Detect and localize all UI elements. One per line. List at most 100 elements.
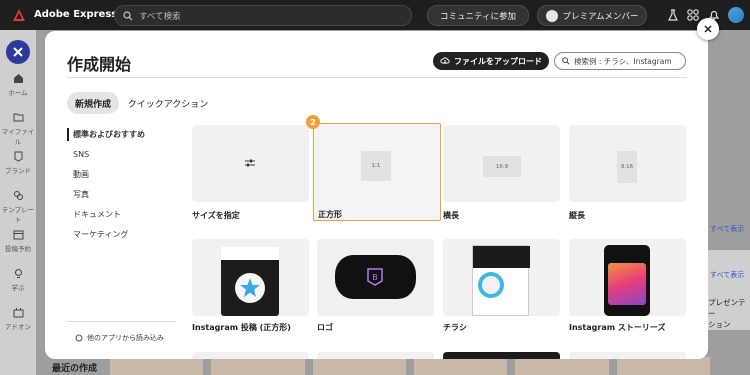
modal-search-placeholder: 検索例 : チラシ、Instagram bbox=[574, 56, 672, 66]
tab-new-label: 新規作成 bbox=[74, 99, 111, 110]
search-icon bbox=[562, 57, 570, 65]
rail-label-learn: 学ぶ bbox=[11, 284, 25, 292]
upload-file-button[interactable]: ファイルをアップロード bbox=[433, 52, 549, 70]
bulb-icon bbox=[14, 269, 22, 278]
card-label-portrait: 縦長 bbox=[569, 211, 585, 220]
card-custom-size[interactable] bbox=[192, 125, 309, 202]
card-instagram-post[interactable] bbox=[192, 239, 309, 316]
svg-text:B: B bbox=[372, 273, 378, 282]
close-icon bbox=[13, 47, 23, 57]
flyer-thumbnail bbox=[472, 245, 530, 316]
card-landscape[interactable]: 16:9 bbox=[443, 125, 560, 202]
recent-heading: 最近の作成 bbox=[52, 364, 98, 374]
ratio-square: 1:1 bbox=[361, 151, 391, 181]
cloud-upload-icon bbox=[440, 57, 450, 64]
create-modal: 作成開始 ファイルをアップロード 検索例 : チラシ、Instagram 新規作… bbox=[45, 31, 708, 359]
search-icon bbox=[123, 10, 133, 20]
rail-label-schedule: 投稿予約 bbox=[5, 245, 31, 253]
card-row3-3[interactable] bbox=[443, 352, 560, 359]
card-label-logo: ロゴ bbox=[317, 323, 333, 332]
category-marketing[interactable]: マーケティング bbox=[67, 228, 177, 248]
create-button[interactable] bbox=[6, 40, 30, 64]
calendar-icon bbox=[13, 230, 23, 240]
tab-quick-actions[interactable]: クイックアクション bbox=[125, 92, 211, 114]
category-photo[interactable]: 写真 bbox=[67, 188, 177, 208]
user-avatar[interactable] bbox=[728, 7, 744, 23]
recent-thumbnails bbox=[110, 357, 710, 375]
global-search-input[interactable]: すべて検索 bbox=[114, 5, 412, 26]
upload-label: ファイルをアップロード bbox=[454, 56, 542, 66]
rail-item-learn[interactable]: 学ぶ bbox=[0, 268, 36, 292]
home-icon bbox=[13, 74, 23, 83]
card-label-instagram-story: Instagram ストーリーズ bbox=[569, 323, 666, 332]
premium-icon bbox=[545, 9, 558, 22]
card-row3-4[interactable] bbox=[569, 352, 686, 359]
tab-quick-label: クイックアクション bbox=[127, 99, 209, 110]
ratio-landscape: 16:9 bbox=[483, 156, 521, 177]
import-label: 他のアプリから読み込み bbox=[87, 334, 164, 342]
category-list: 標準およびおすすめ SNS 動画 写真 ドキュメント マーケティング bbox=[67, 128, 177, 248]
modal-title: 作成開始 bbox=[67, 55, 132, 74]
star-icon bbox=[235, 273, 265, 303]
rail-label-brand: ブランド bbox=[5, 167, 31, 175]
card-flyer[interactable] bbox=[443, 239, 560, 316]
rail-item-schedule[interactable]: 投稿予約 bbox=[0, 229, 36, 253]
burst-icon bbox=[478, 272, 504, 298]
card-label-flyer: チラシ bbox=[443, 323, 467, 332]
close-icon bbox=[704, 25, 712, 33]
left-rail: ホーム マイファイル ブランド テンプレート 投稿予約 学ぶ アドオン bbox=[0, 30, 36, 375]
import-from-apps-link[interactable]: 他のアプリから読み込み bbox=[75, 333, 164, 343]
addon-icon bbox=[13, 308, 23, 318]
ratio-portrait: 9:16 bbox=[617, 151, 637, 183]
category-recommended[interactable]: 標準およびおすすめ bbox=[67, 128, 177, 148]
adobe-express-logo[interactable] bbox=[12, 8, 26, 22]
badge-b-icon: B bbox=[367, 268, 383, 286]
card-instagram-story[interactable] bbox=[569, 239, 686, 316]
tab-new[interactable]: 新規作成 bbox=[67, 92, 119, 114]
header-divider bbox=[67, 77, 687, 78]
logo-thumbnail: B bbox=[335, 255, 416, 299]
instagram-post-thumbnail bbox=[221, 247, 279, 316]
community-label: コミュニティに参加 bbox=[440, 11, 516, 22]
left-divider bbox=[67, 321, 175, 322]
see-all-link-2[interactable]: すべて表示 bbox=[710, 270, 744, 280]
rail-label-addons: アドオン bbox=[5, 323, 31, 331]
rail-item-home[interactable]: ホーム bbox=[0, 73, 36, 97]
import-icon bbox=[75, 334, 83, 342]
template-icon bbox=[13, 191, 23, 200]
modal-close-button[interactable] bbox=[697, 18, 719, 40]
card-square[interactable]: 1:1 正方形 bbox=[313, 123, 441, 221]
card-label-square: 正方形 bbox=[318, 210, 342, 219]
brand-icon bbox=[14, 151, 22, 162]
community-button[interactable]: コミュニティに参加 bbox=[427, 5, 529, 26]
card-label-landscape: 横長 bbox=[443, 211, 459, 220]
app-title: Adobe Express bbox=[34, 9, 118, 20]
presentation-label: プレゼンテー ション bbox=[708, 298, 746, 329]
premium-button[interactable]: プレミアムメンバー bbox=[537, 5, 647, 26]
rail-item-myfiles[interactable]: マイファイル bbox=[0, 112, 36, 146]
premium-label: プレミアムメンバー bbox=[562, 11, 639, 22]
card-row3-2[interactable] bbox=[317, 352, 434, 359]
card-logo[interactable]: B bbox=[317, 239, 434, 316]
rail-item-brand[interactable]: ブランド bbox=[0, 151, 36, 175]
flask-icon[interactable] bbox=[666, 8, 680, 22]
search-placeholder: すべて検索 bbox=[139, 11, 181, 22]
step-badge: 2 bbox=[306, 115, 320, 129]
rail-item-templates[interactable]: テンプレート bbox=[0, 190, 36, 224]
rail-label-home: ホーム bbox=[8, 89, 28, 97]
app-topbar: Adobe Express すべて検索 コミュニティに参加 プレミアムメンバー bbox=[0, 0, 750, 30]
see-all-link[interactable]: すべて表示 bbox=[710, 224, 744, 234]
rail-item-addons[interactable]: アドオン bbox=[0, 307, 36, 331]
card-portrait[interactable]: 9:16 bbox=[569, 125, 686, 202]
category-document[interactable]: ドキュメント bbox=[67, 208, 177, 228]
category-video[interactable]: 動画 bbox=[67, 168, 177, 188]
apps-grid-icon[interactable] bbox=[686, 8, 700, 22]
rail-label-myfiles: マイファイル bbox=[1, 128, 35, 146]
folder-icon bbox=[13, 113, 23, 122]
rail-label-templates: テンプレート bbox=[1, 206, 35, 224]
card-row3-1[interactable] bbox=[192, 352, 309, 359]
modal-search-input[interactable]: 検索例 : チラシ、Instagram bbox=[554, 52, 686, 70]
card-label-instagram-post: Instagram 投稿 (正方形) bbox=[192, 323, 291, 332]
category-sns[interactable]: SNS bbox=[67, 148, 177, 168]
sliders-icon bbox=[245, 159, 255, 167]
